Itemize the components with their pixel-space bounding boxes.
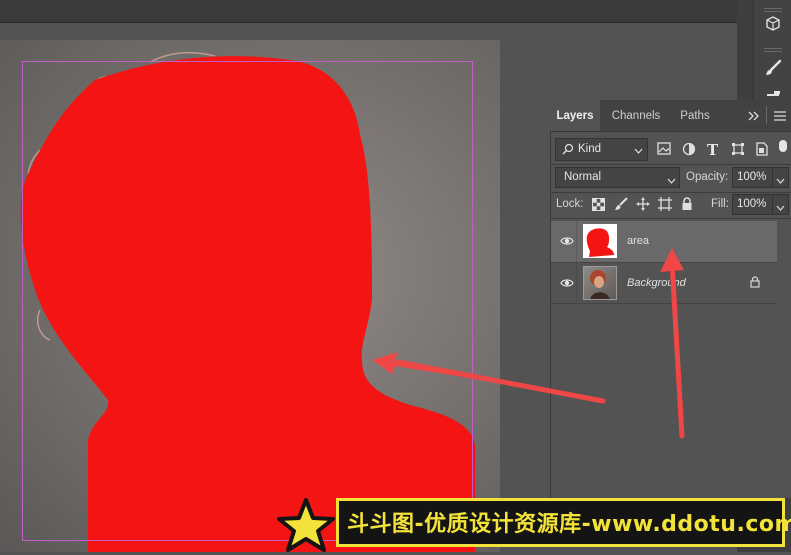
annotation-arrows <box>372 248 685 439</box>
watermark-text: 斗斗图-优质设计资源库-www.ddotu.com <box>347 512 791 537</box>
watermark-box: 斗斗图-优质设计资源库-www.ddotu.com <box>336 498 791 547</box>
star-icon <box>275 498 337 555</box>
watermark-banner: 斗斗图-优质设计资源库-www.ddotu.com <box>273 497 791 552</box>
